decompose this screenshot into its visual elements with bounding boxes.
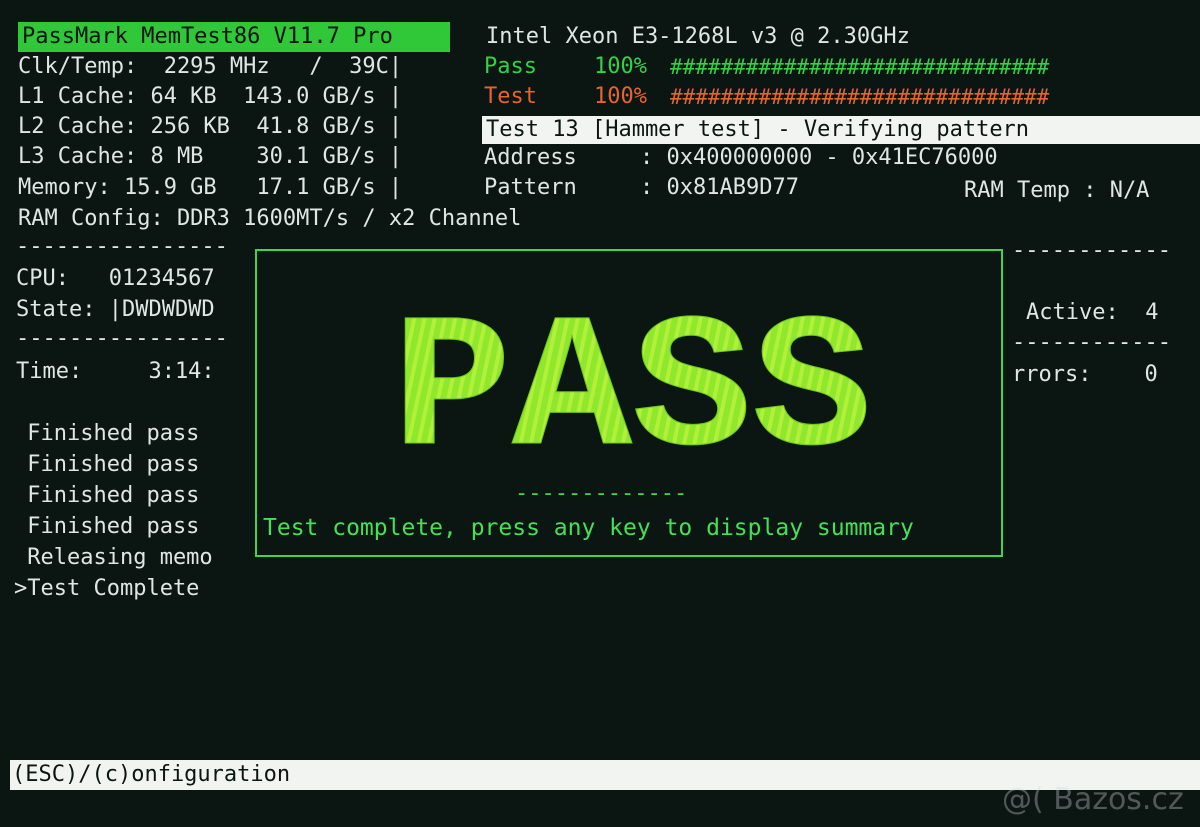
pass-bar: ############################## [670, 55, 1050, 79]
cpu-list-row: CPU: 01234567 [16, 266, 215, 291]
current-test-name: Test 13 [Hammer test] - Verifying patter… [482, 116, 1200, 144]
test-complete-message: Test complete, press any key to display … [263, 515, 914, 541]
address-value: : 0x400000000 - 0x41EC76000 [640, 145, 998, 170]
test-bar: ############################## [670, 85, 1050, 109]
pass-percent: 100% [594, 54, 647, 79]
l3-cache-row: L3 Cache: 8 MB 30.1 GB/s | [18, 144, 403, 169]
clk-temp-row: Clk/Temp: 2295 MHz / 39C| [18, 54, 403, 79]
pass-banner-text: PASS [392, 293, 872, 455]
divider-left-top: ---------------- [16, 234, 228, 259]
overlay-divider: ------------- [515, 481, 688, 506]
log-line: Finished pass [14, 514, 200, 539]
divider-left-mid: ---------------- [16, 326, 228, 351]
divider-right-mid: ------------ [1012, 330, 1171, 355]
l1-cache-row: L1 Cache: 64 KB 143.0 GB/s | [18, 84, 403, 109]
address-label: Address [484, 145, 577, 170]
watermark: @( Bazos.cz [1002, 782, 1184, 817]
log-line: Releasing memo [14, 545, 213, 570]
divider-right-top: ------------ [1012, 238, 1171, 263]
log-line: >Test Complete [14, 576, 200, 601]
error-count: rrors: 0 [1012, 362, 1158, 387]
elapsed-time: Time: 3:14: [16, 359, 215, 384]
cpu-state-row: State: |DWDWDWD [16, 297, 215, 322]
active-cpus: Active: 4 [1026, 300, 1159, 325]
log-line: Finished pass [14, 452, 200, 477]
pattern-value: : 0x81AB9D77 [640, 175, 799, 200]
pass-label: Pass [484, 54, 537, 79]
cpu-name: Intel Xeon E3-1268L v3 @ 2.30GHz [486, 24, 910, 49]
pass-banner: PASS [392, 293, 873, 455]
test-percent: 100% [594, 84, 647, 109]
l2-cache-row: L2 Cache: 256 KB 41.8 GB/s | [18, 114, 403, 139]
test-label: Test [484, 84, 537, 109]
memory-row: Memory: 15.9 GB 17.1 GB/s | [18, 175, 403, 200]
app-title: PassMark MemTest86 V11.7 Pro [18, 22, 450, 52]
ram-temp: RAM Temp : N/A [964, 178, 1150, 203]
ram-config-row: RAM Config: DDR3 1600MT/s / x2 Channel [18, 206, 522, 231]
log-line: Finished pass [14, 421, 200, 446]
log-line: Finished pass [14, 483, 200, 508]
pattern-label: Pattern [484, 175, 577, 200]
pass-overlay-dialog[interactable]: PASS ------------- Test complete, press … [255, 249, 1003, 557]
